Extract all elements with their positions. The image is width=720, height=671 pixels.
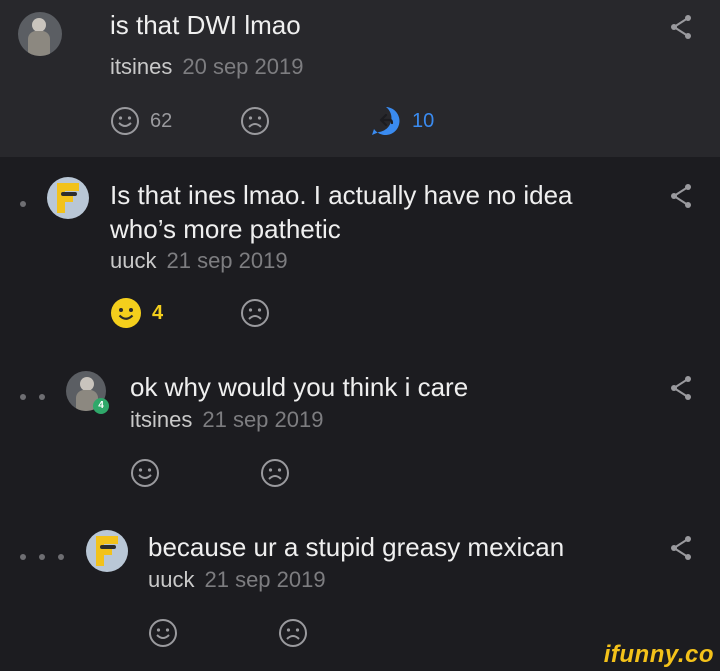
smile-icon (111, 107, 139, 135)
reply-count: 10 (412, 109, 435, 132)
user-avatar[interactable] (18, 12, 62, 56)
comment-date: 20 sep 2019 (182, 54, 304, 79)
comment-4: because ur a stupid greasy mexican uuck 2… (0, 507, 720, 671)
username[interactable]: itsines (130, 407, 192, 432)
comment-text: ok why would you think i care (130, 372, 469, 402)
user-avatar[interactable] (86, 530, 128, 572)
ifunny-watermark: ifunny.co (603, 641, 714, 668)
username[interactable]: uuck (110, 248, 156, 273)
comment-text-line-2: who’s more pathetic (110, 214, 341, 244)
smile-icon-active (111, 298, 141, 328)
share-icon[interactable] (668, 183, 694, 209)
thread-depth-indicator (20, 387, 58, 405)
comment-meta: uuck 21 sep 2019 (110, 248, 288, 274)
comment-text: is that DWI lmao (110, 10, 301, 40)
comment-text-line-1: Is that ines lmao. I actually have no id… (110, 180, 573, 210)
comment-date: 21 sep 2019 (202, 407, 324, 432)
like-count: 62 (150, 109, 173, 132)
username[interactable]: uuck (148, 567, 194, 592)
username[interactable]: itsines (110, 54, 172, 79)
comment-date: 21 sep 2019 (166, 248, 288, 273)
comment-meta: uuck 21 sep 2019 (148, 567, 326, 593)
thread-depth-indicator (20, 194, 39, 212)
comment-3: 4 ok why would you think i care itsines 2… (0, 347, 720, 507)
like-count: 4 (152, 301, 164, 324)
replies-button[interactable]: 10 (370, 105, 434, 137)
sad-icon[interactable] (260, 458, 290, 488)
sad-icon[interactable] (278, 618, 308, 648)
comment-text: because ur a stupid greasy mexican (148, 532, 565, 562)
user-level-badge: 4 (93, 398, 109, 414)
comment-date: 21 sep 2019 (204, 567, 326, 592)
sad-icon[interactable] (240, 298, 270, 328)
share-icon[interactable] (668, 14, 694, 40)
comment-1: is that DWI lmao itsines 20 sep 2019 62 1… (0, 0, 720, 157)
thread-depth-indicator (20, 547, 77, 565)
smile-icon[interactable] (148, 618, 178, 648)
smile-reaction[interactable]: 4 (110, 297, 163, 329)
smile-reaction[interactable]: 62 (110, 106, 172, 136)
comment-meta: itsines 21 sep 2019 (130, 407, 323, 433)
share-icon[interactable] (668, 375, 694, 401)
share-icon[interactable] (668, 535, 694, 561)
comment-meta: itsines 20 sep 2019 (110, 54, 303, 80)
smile-icon[interactable] (130, 458, 160, 488)
comment-2: Is that ines lmao. I actually have no id… (0, 157, 720, 347)
sad-icon[interactable] (240, 106, 270, 136)
reply-icon (372, 107, 400, 135)
user-avatar[interactable] (47, 177, 89, 219)
